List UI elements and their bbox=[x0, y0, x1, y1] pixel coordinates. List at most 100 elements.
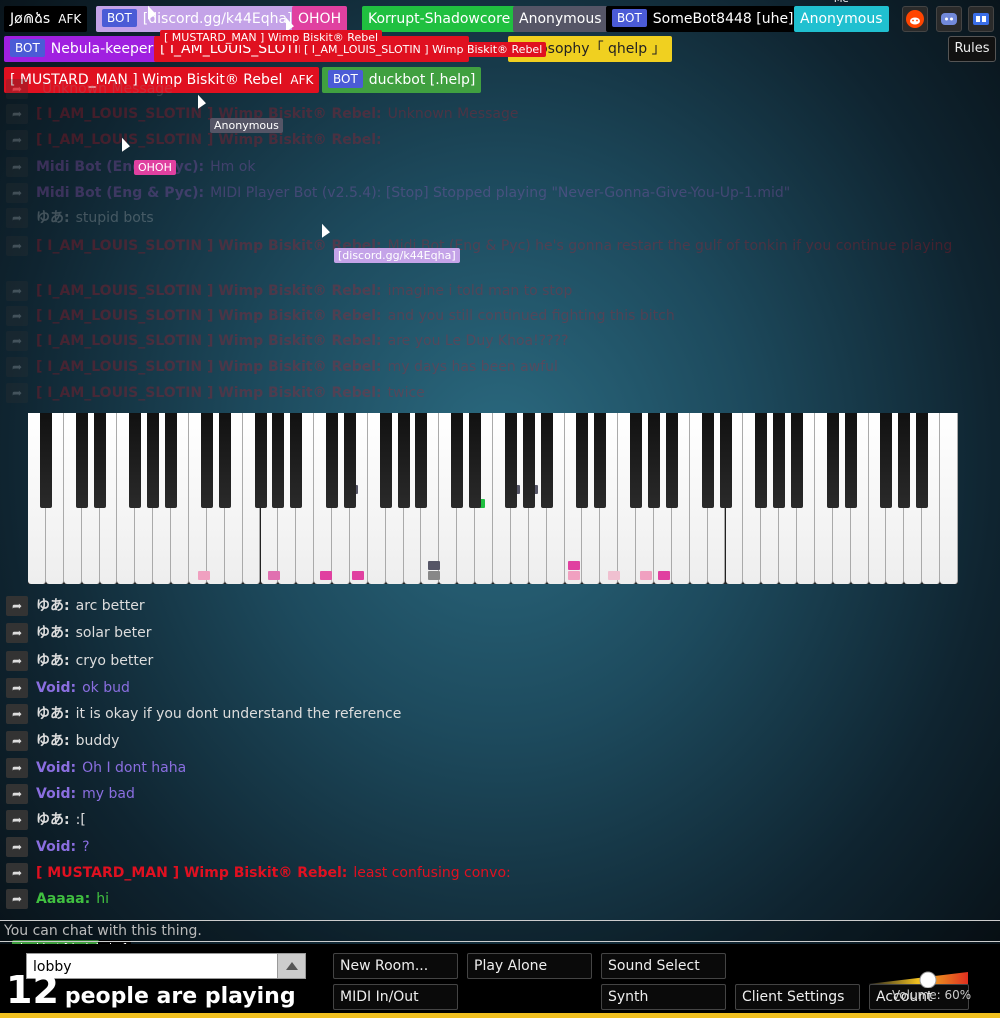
chat-author[interactable]: [ MUSTARD_MAN ] Wimp Biskit® Rebel: bbox=[36, 865, 347, 881]
chat-author[interactable]: Void: bbox=[36, 839, 76, 855]
piano-black-key[interactable] bbox=[665, 413, 678, 508]
chat-author[interactable]: [ I_AM_LOUIS_SLOTIN ] Wimp Biskit® Rebel… bbox=[36, 385, 382, 401]
piano-black-key[interactable] bbox=[147, 413, 160, 508]
piano-black-key[interactable] bbox=[719, 413, 732, 508]
discord-icon[interactable] bbox=[936, 6, 962, 32]
chat-author[interactable]: Void: bbox=[36, 786, 76, 802]
piano-black-key[interactable] bbox=[647, 413, 660, 508]
reddit-icon[interactable] bbox=[902, 6, 928, 32]
chat-author[interactable]: [ I_AM_LOUIS_SLOTIN ] Wimp Biskit® Rebel… bbox=[36, 308, 382, 324]
participant-tag[interactable]: Anonymous Me bbox=[794, 0, 889, 32]
chat-author[interactable]: ゆあ: bbox=[36, 210, 70, 226]
reply-arrow-icon[interactable]: ➦ bbox=[6, 157, 28, 177]
reply-arrow-icon[interactable]: ➦ bbox=[6, 784, 28, 804]
piano-black-key[interactable] bbox=[916, 413, 929, 508]
piano-black-key[interactable] bbox=[218, 413, 231, 508]
chat-author[interactable]: [ I_AM_LOUIS_SLOTIN ] Wimp Biskit® Rebel… bbox=[36, 283, 382, 299]
piano-black-key[interactable] bbox=[200, 413, 213, 508]
piano-white-key[interactable] bbox=[940, 413, 958, 584]
piano-black-key[interactable] bbox=[39, 413, 52, 508]
reply-arrow-icon[interactable]: ➦ bbox=[6, 863, 28, 883]
chat-author[interactable]: [ I_AM_LOUIS_SLOTIN ] Wimp Biskit® Rebel… bbox=[36, 359, 382, 375]
piano-black-key[interactable] bbox=[379, 413, 392, 508]
rb-icon[interactable] bbox=[968, 6, 994, 32]
chat-author[interactable]: ゆあ: bbox=[36, 733, 70, 749]
participant-tag[interactable]: BOT SomeBot8448 [uhe] bbox=[606, 6, 800, 32]
piano-black-key[interactable] bbox=[415, 413, 428, 508]
reply-arrow-icon[interactable]: ➦ bbox=[6, 837, 28, 857]
chat-author[interactable]: ゆあ: bbox=[36, 653, 70, 669]
participant-tag[interactable]: OHOH bbox=[292, 6, 348, 32]
reply-arrow-icon[interactable]: ➦ bbox=[6, 183, 28, 203]
reply-arrow-icon[interactable]: ➦ bbox=[6, 130, 28, 150]
participant-tag[interactable]: Korrupt-Shadowcore bbox=[362, 6, 517, 32]
piano-black-key[interactable] bbox=[540, 413, 553, 508]
piano-black-key[interactable] bbox=[898, 413, 911, 508]
reply-arrow-icon[interactable]: ➦ bbox=[6, 104, 28, 124]
chat-author[interactable]: ゆあ: bbox=[36, 625, 70, 641]
reply-arrow-icon[interactable]: ➦ bbox=[6, 306, 28, 326]
reply-arrow-icon[interactable]: ➦ bbox=[6, 331, 28, 351]
reply-arrow-icon[interactable]: ➦ bbox=[6, 704, 28, 724]
chat-author[interactable]: Void: bbox=[36, 760, 76, 776]
synth-button[interactable]: Synth bbox=[601, 984, 726, 1010]
participant-tag[interactable]: BOT [discord.gg/k44Eqha] bbox=[96, 6, 299, 32]
piano-black-key[interactable] bbox=[594, 413, 607, 508]
piano-black-key[interactable] bbox=[826, 413, 839, 508]
reply-arrow-icon[interactable]: ➦ bbox=[6, 810, 28, 830]
reply-arrow-icon[interactable]: ➦ bbox=[6, 357, 28, 377]
midi-inout-button[interactable]: MIDI In/Out bbox=[333, 984, 458, 1010]
piano-black-key[interactable] bbox=[791, 413, 804, 508]
piano-black-key[interactable] bbox=[451, 413, 464, 508]
piano-black-key[interactable] bbox=[343, 413, 356, 508]
reply-arrow-icon[interactable]: ➦ bbox=[6, 651, 28, 671]
reply-arrow-icon[interactable]: ➦ bbox=[6, 731, 28, 751]
participant-tag[interactable]: Jø⋒ձs AFK bbox=[4, 6, 88, 32]
piano-black-key[interactable] bbox=[755, 413, 768, 508]
volume-slider[interactable]: Volume: 60% bbox=[864, 968, 992, 1008]
piano-black-key[interactable] bbox=[701, 413, 714, 508]
chat-author[interactable]: [ I_AM_LOUIS_SLOTIN ] Wimp Biskit® Rebel… bbox=[36, 106, 382, 122]
piano-black-key[interactable] bbox=[844, 413, 857, 508]
client-settings-button[interactable]: Client Settings bbox=[735, 984, 860, 1010]
reply-arrow-icon[interactable]: ➦ bbox=[6, 623, 28, 643]
piano-black-key[interactable] bbox=[576, 413, 589, 508]
chat-author[interactable]: Midi Bot (Eng & Pyc): bbox=[36, 185, 204, 201]
chat-author[interactable]: [ I_AM_LOUIS_SLOTIN ] Wimp Biskit® Rebel… bbox=[36, 333, 382, 349]
participant-tag[interactable]: BOT duckbot [.help] bbox=[322, 67, 482, 93]
piano-black-key[interactable] bbox=[773, 413, 786, 508]
piano-black-key[interactable] bbox=[522, 413, 535, 508]
reply-arrow-icon[interactable]: ➦ bbox=[6, 79, 28, 99]
piano-black-key[interactable] bbox=[397, 413, 410, 508]
piano-black-key[interactable] bbox=[504, 413, 517, 508]
chat-author[interactable]: Aaaaa: bbox=[36, 891, 90, 907]
chat-author[interactable]: ゆあ: bbox=[36, 598, 70, 614]
reply-arrow-icon[interactable]: ➦ bbox=[6, 889, 28, 909]
reply-arrow-icon[interactable]: ➦ bbox=[6, 596, 28, 616]
piano-black-key[interactable] bbox=[880, 413, 893, 508]
new-room-button[interactable]: New Room... bbox=[333, 953, 458, 979]
chat-author[interactable]: ゆあ: bbox=[36, 812, 70, 828]
participant-tag[interactable]: Anonymous bbox=[513, 6, 608, 32]
piano-keyboard[interactable] bbox=[28, 413, 958, 584]
participant-tag[interactable]: BOT Nebula-keeper bbox=[4, 36, 160, 62]
piano-black-key[interactable] bbox=[254, 413, 267, 508]
reply-arrow-icon[interactable]: ➦ bbox=[6, 678, 28, 698]
rules-button[interactable]: Rules bbox=[948, 36, 996, 62]
piano-black-key[interactable] bbox=[326, 413, 339, 508]
chat-author[interactable]: ゆあ: bbox=[36, 706, 70, 722]
reply-arrow-icon[interactable]: ➦ bbox=[6, 383, 28, 403]
piano-black-key[interactable] bbox=[165, 413, 178, 508]
reply-arrow-icon[interactable]: ➦ bbox=[6, 281, 28, 301]
piano-black-key[interactable] bbox=[93, 413, 106, 508]
reply-arrow-icon[interactable]: ➦ bbox=[6, 208, 28, 228]
chat-author[interactable]: [ I_AM_LOUIS_SLOTIN ] Wimp Biskit® Rebel… bbox=[36, 132, 382, 148]
chat-author[interactable]: Midi Bot (Eng & Pyc): bbox=[36, 159, 204, 175]
sound-select-button[interactable]: Sound Select bbox=[601, 953, 726, 979]
chat-author[interactable]: Void: bbox=[36, 680, 76, 696]
reply-arrow-icon[interactable]: ➦ bbox=[6, 236, 28, 256]
reply-arrow-icon[interactable]: ➦ bbox=[6, 758, 28, 778]
piano-black-key[interactable] bbox=[75, 413, 88, 508]
piano-black-key[interactable] bbox=[290, 413, 303, 508]
play-alone-button[interactable]: Play Alone bbox=[467, 953, 592, 979]
